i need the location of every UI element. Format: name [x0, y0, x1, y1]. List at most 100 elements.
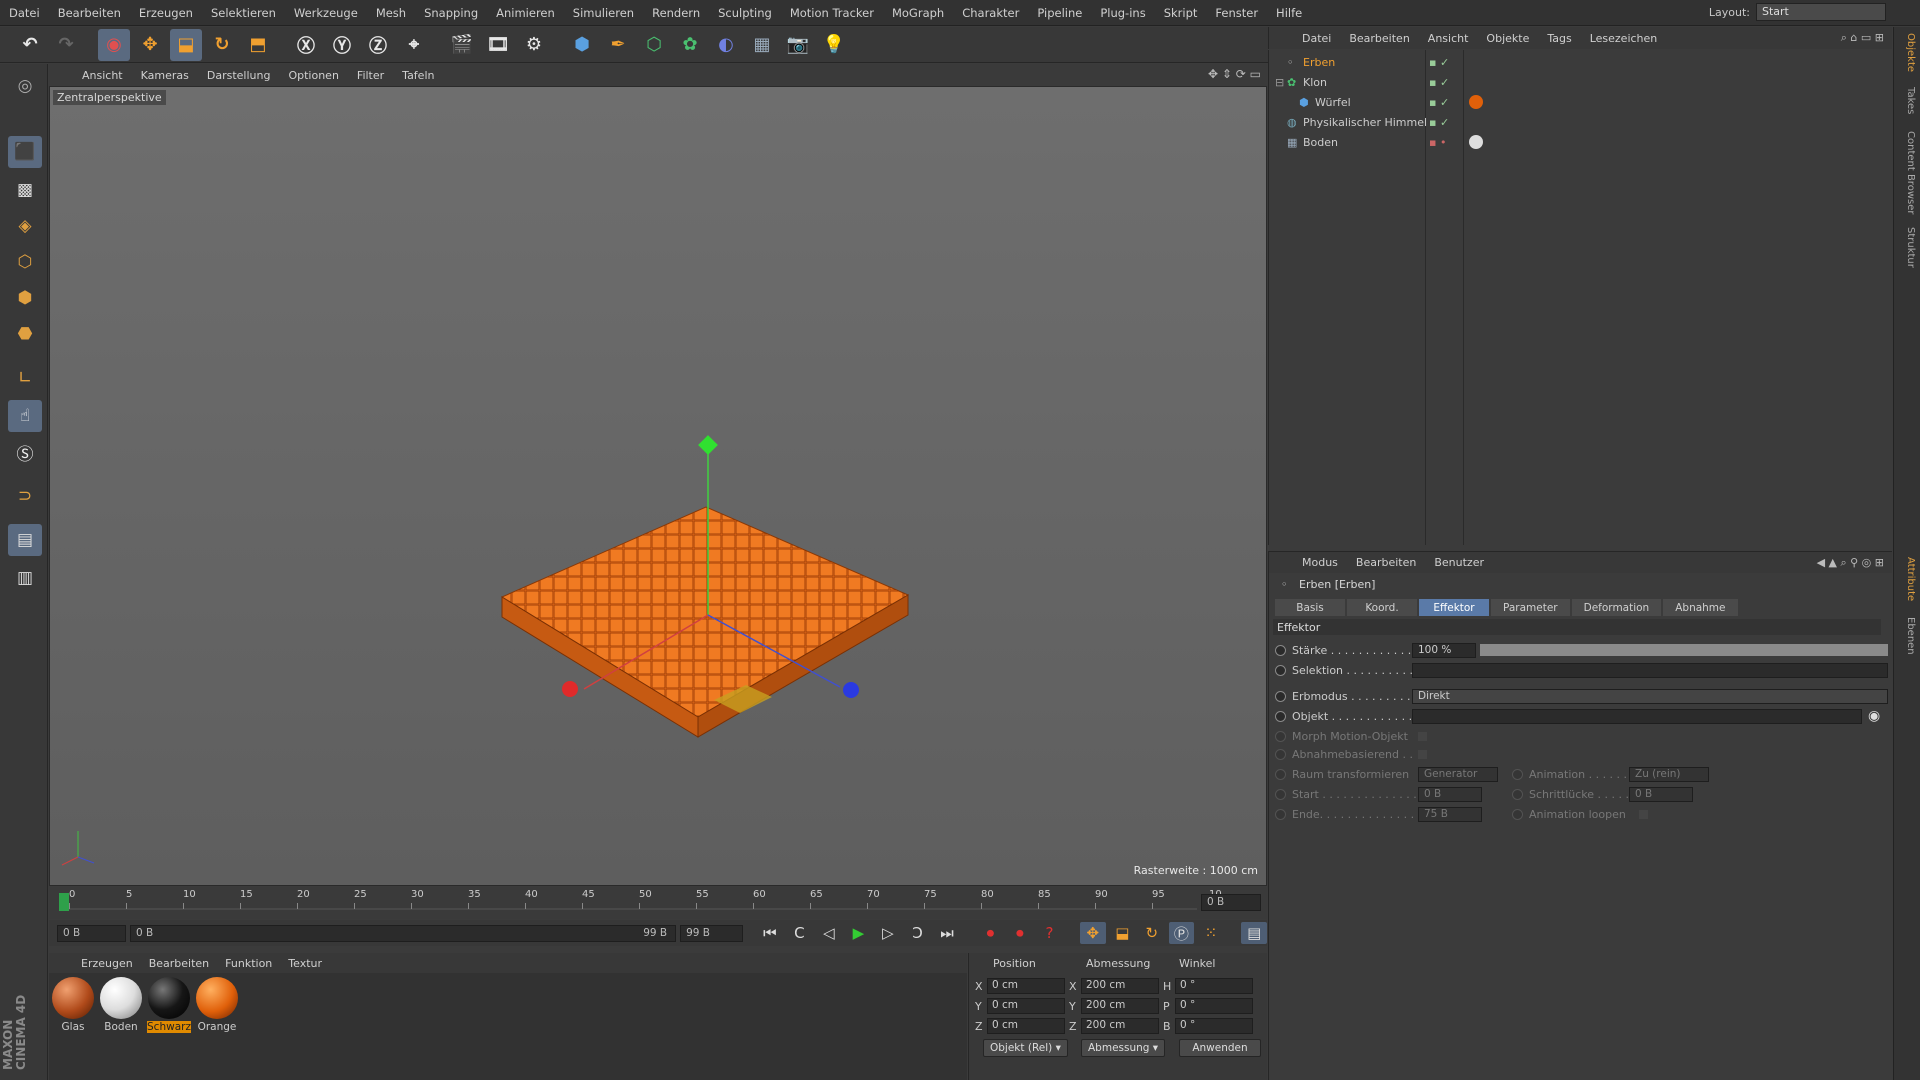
object-row-wuerfel[interactable]: ⬢ Würfel ▪ ✓: [1269, 92, 1893, 112]
move-tool-icon[interactable]: ✥: [134, 29, 166, 61]
menu-erzeugen[interactable]: Erzeugen: [130, 6, 202, 20]
menu-fenster[interactable]: Fenster: [1206, 6, 1267, 20]
render-settings-icon[interactable]: ⚙: [518, 29, 550, 61]
material-orange[interactable]: Orange: [195, 977, 239, 1033]
erbmodus-dropdown[interactable]: Direkt: [1412, 688, 1888, 704]
object-row-physikalischer-himmel[interactable]: ◍ Physikalischer Himmel ▪ ✓: [1269, 112, 1893, 132]
menu-plugins[interactable]: Plug-ins: [1091, 6, 1154, 20]
cube-grid[interactable]: [500, 506, 910, 738]
menu-datei[interactable]: Datei: [0, 6, 49, 20]
position-z-field[interactable]: 0 cm: [987, 1018, 1065, 1034]
animate-radio[interactable]: [1275, 690, 1286, 702]
abnahme-checkbox[interactable]: [1418, 749, 1427, 759]
viewport-menu-darstellung[interactable]: Darstellung: [198, 69, 280, 82]
menu-sculpting[interactable]: Sculpting: [709, 6, 781, 20]
deformer-icon[interactable]: ◐: [710, 29, 742, 61]
animate-radio[interactable]: [1275, 710, 1286, 722]
undo-icon[interactable]: ↶: [14, 29, 46, 61]
morph-checkbox[interactable]: [1418, 731, 1427, 741]
previous-frame-icon[interactable]: ◁: [816, 922, 842, 944]
light-icon[interactable]: 💡: [818, 29, 850, 61]
viewport-navigation-icons[interactable]: ✥ ⇕ ⟳ ▭: [1208, 67, 1261, 81]
y-axis-knob[interactable]: [698, 435, 718, 455]
y-axis-lock-icon[interactable]: Ⓨ: [326, 29, 358, 61]
viewport-menu-kameras[interactable]: Kameras: [132, 69, 198, 82]
snap-icon[interactable]: Ⓢ: [8, 436, 42, 468]
key-pla-icon[interactable]: ⁙: [1198, 922, 1224, 944]
attr-menu-modus[interactable]: Modus: [1293, 556, 1347, 569]
previous-key-icon[interactable]: Ϲ: [787, 922, 813, 944]
key-scale-icon[interactable]: ⬓: [1110, 922, 1136, 944]
loop-checkbox[interactable]: [1639, 809, 1648, 819]
x-axis-lock-icon[interactable]: Ⓧ: [290, 29, 322, 61]
collapse-icon[interactable]: ⊟: [1275, 76, 1284, 89]
menu-pipeline[interactable]: Pipeline: [1028, 6, 1091, 20]
visibility-check-icon[interactable]: ▪ ✓: [1429, 116, 1449, 129]
range-slider[interactable]: 0 B 99 B: [129, 924, 677, 942]
size-x-field[interactable]: 200 cm: [1081, 978, 1159, 994]
attr-menu-benutzer[interactable]: Benutzer: [1425, 556, 1493, 569]
z-axis-knob[interactable]: [843, 682, 859, 698]
viewport-menu-optionen[interactable]: Optionen: [279, 69, 347, 82]
locked-workplane-icon[interactable]: ▤: [8, 524, 42, 556]
select-tool-icon[interactable]: ◉: [98, 28, 130, 61]
z-axis-lock-icon[interactable]: Ⓩ: [362, 29, 394, 61]
object-menu-datei[interactable]: Datei: [1293, 32, 1340, 45]
transform-tool-icon[interactable]: ⬒: [242, 29, 274, 61]
tab-attribute-vertical[interactable]: Attribute: [1898, 557, 1916, 601]
play-icon[interactable]: ▶: [846, 922, 872, 944]
ende-field[interactable]: 75 B: [1418, 806, 1482, 822]
tab-ebenen-vertical[interactable]: Ebenen: [1898, 617, 1916, 655]
viewport-menu-tafeln[interactable]: Tafeln: [393, 69, 443, 82]
material-tag-icon[interactable]: [1469, 135, 1483, 149]
animate-radio[interactable]: [1275, 768, 1286, 780]
object-menu-bearbeiten[interactable]: Bearbeiten: [1340, 32, 1418, 45]
tab-koord[interactable]: Koord.: [1347, 599, 1417, 616]
menu-mesh[interactable]: Mesh: [367, 6, 415, 20]
rotation-b-field[interactable]: 0 °: [1175, 1018, 1253, 1034]
material-menu-funktion[interactable]: Funktion: [217, 957, 280, 970]
layout-dropdown[interactable]: Start: [1756, 3, 1886, 21]
max-frame-field[interactable]: 99 B: [680, 924, 744, 942]
tab-takes-vertical[interactable]: Takes: [1898, 87, 1916, 114]
selektion-field[interactable]: [1412, 662, 1888, 678]
material-tag-icon[interactable]: [1469, 95, 1483, 109]
object-row-erben[interactable]: ◦ Erben ▪ ✓: [1269, 52, 1893, 72]
viewport-menu-ansicht[interactable]: Ansicht: [73, 69, 132, 82]
rotation-h-field[interactable]: 0 °: [1175, 978, 1253, 994]
timeline-end-field[interactable]: 0 B: [1201, 894, 1261, 911]
object-menu-lesezeichen[interactable]: Lesezeichen: [1581, 32, 1667, 45]
redo-icon[interactable]: ↷: [50, 29, 82, 61]
menu-mograph[interactable]: MoGraph: [883, 6, 953, 20]
position-x-field[interactable]: 0 cm: [987, 978, 1065, 994]
tab-abnahme[interactable]: Abnahme: [1663, 599, 1738, 616]
rotate-tool-icon[interactable]: ↻: [206, 29, 238, 61]
menu-werkzeuge[interactable]: Werkzeuge: [285, 6, 367, 20]
tab-content-browser-vertical[interactable]: Content Browser: [1898, 131, 1916, 214]
texture-mode-icon[interactable]: ▩: [8, 174, 42, 206]
object-menu-ansicht[interactable]: Ansicht: [1419, 32, 1478, 45]
edges-mode-icon[interactable]: ⬢: [8, 282, 42, 314]
keyframe-selection-icon[interactable]: ?: [1037, 922, 1063, 944]
raum-dropdown[interactable]: Generator: [1418, 766, 1498, 782]
material-menu-textur[interactable]: Textur: [280, 957, 330, 970]
animate-radio[interactable]: [1275, 730, 1286, 742]
size-z-field[interactable]: 200 cm: [1081, 1018, 1159, 1034]
tab-effektor[interactable]: Effektor: [1419, 599, 1489, 616]
timeline-window-icon[interactable]: ▤: [1241, 922, 1267, 944]
menu-skript[interactable]: Skript: [1155, 6, 1207, 20]
key-position-icon[interactable]: ✥: [1080, 922, 1106, 944]
start-field[interactable]: 0 B: [1418, 786, 1482, 802]
go-to-start-icon[interactable]: ⏮: [757, 922, 783, 944]
animate-radio[interactable]: [1512, 808, 1523, 820]
object-row-boden[interactable]: ▦ Boden ▪ •: [1269, 132, 1893, 152]
staerke-field[interactable]: 100 %: [1412, 642, 1476, 658]
coord-size-dropdown[interactable]: Abmessung ▾: [1081, 1039, 1166, 1057]
current-frame-field[interactable]: 0 B: [57, 924, 126, 942]
visibility-check-icon[interactable]: ▪ ✓: [1429, 76, 1449, 89]
record-keyframe-icon[interactable]: ⏺: [978, 922, 1004, 944]
cloner-icon[interactable]: ✿: [674, 29, 706, 61]
viewport-menu-filter[interactable]: Filter: [348, 69, 393, 82]
attr-menu-bearbeiten[interactable]: Bearbeiten: [1347, 556, 1425, 569]
render-view-icon[interactable]: 🎬: [446, 29, 478, 61]
